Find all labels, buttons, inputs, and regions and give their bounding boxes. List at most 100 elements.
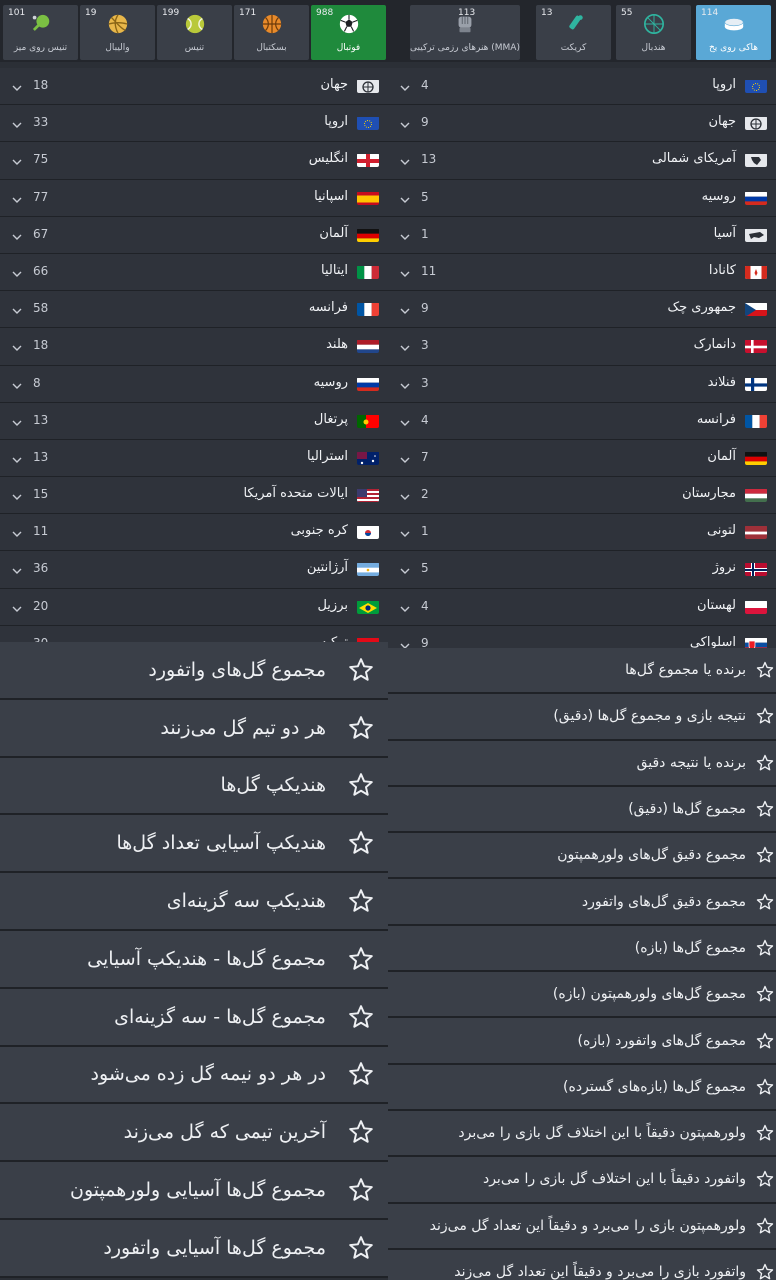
chevron-down-icon[interactable] [399,414,411,426]
tab-ice-hockey[interactable]: 114 هاکی روی یخ [696,5,771,60]
region-row-france[interactable]: 58 فرانسه [0,291,388,329]
star-icon[interactable] [756,1263,774,1280]
chevron-down-icon[interactable] [399,302,411,315]
market-item[interactable]: واتفورد دقیقاً با این اختلاف گل بازی را … [388,1157,776,1204]
market-item[interactable]: مجموع گل‌ها (بازه‌های گسترده) [388,1064,776,1111]
market-item[interactable]: مجموع گل‌ها آسیایی واتفورد [0,1219,388,1278]
star-icon[interactable] [348,1004,374,1030]
market-item[interactable]: هندیکپ سه گزینه‌ای [0,873,388,931]
chevron-down-icon[interactable] [399,153,411,166]
region-row-australia[interactable]: 13 استرالیا [0,439,388,478]
market-item[interactable]: ولورهمپتون دقیقاً با این اختلاف گل بازی … [388,1110,776,1158]
region-row-portugal[interactable]: 13 پرتغال [0,402,388,440]
region-row-korea[interactable]: 11 کره جنوبی [0,514,388,552]
star-icon[interactable] [756,1217,774,1235]
region-row-world[interactable]: 18 جهان [0,68,388,106]
region-row-norway[interactable]: 5 نروژ [388,551,776,589]
market-item[interactable]: مجموع گل‌ها آسیایی ولورهمپتون [0,1162,388,1220]
region-row-russia[interactable]: 5 روسیه [388,179,776,217]
tab-mma[interactable]: 113 هنرهای رزمی ترکیبی (MMA) [410,5,520,60]
market-item[interactable]: مجموع گل‌ها (بازه) [388,925,776,973]
chevron-down-icon[interactable] [11,339,23,352]
star-icon[interactable] [756,661,774,679]
market-item[interactable]: برنده یا نتیجه دقیق [388,740,776,787]
star-icon[interactable] [756,893,774,911]
star-icon[interactable] [756,800,774,818]
market-item[interactable]: نتیجه بازی و مجموع گل‌ها (دقیق) [388,694,776,741]
region-row-netherlands[interactable]: 18 هلند [0,328,388,366]
region-row-argentina[interactable]: 36 آرژانتین [0,551,388,589]
market-item[interactable]: مجموع دقیق گل‌های ولورهمپتون [388,833,776,880]
region-row-england[interactable]: 75 انگلیس [0,142,388,180]
tab-tennis[interactable]: 199 تنیس [157,5,232,60]
region-row-canada[interactable]: 11 کانادا [388,253,776,292]
chevron-down-icon[interactable] [11,600,23,612]
star-icon[interactable] [348,772,374,798]
star-icon[interactable] [756,1078,774,1096]
chevron-down-icon[interactable] [399,265,411,277]
region-row-france[interactable]: 4 فرانسه [388,402,776,440]
market-item[interactable]: مجموع گل‌ها - هندیکپ آسیایی [0,930,388,989]
region-row-spain[interactable]: 77 اسپانیا [0,179,388,217]
chevron-down-icon[interactable] [399,562,411,575]
market-item[interactable]: مجموع گل‌های ولورهمپتون (بازه) [388,972,776,1019]
star-icon[interactable] [756,939,774,957]
star-icon[interactable] [348,715,374,741]
region-row-germany[interactable]: 7 آلمان [388,439,776,478]
chevron-down-icon[interactable] [399,191,411,203]
chevron-down-icon[interactable] [399,525,411,538]
market-item[interactable]: در هر دو نیمه گل زده می‌شود [0,1046,388,1105]
chevron-down-icon[interactable] [399,339,411,352]
region-row-italy[interactable]: 66 ایتالیا [0,253,388,292]
tab-handball[interactable]: 55 هندبال [616,5,691,60]
market-item[interactable]: مجموع گل‌های واتفورد (بازه) [388,1018,776,1065]
chevron-down-icon[interactable] [399,488,411,501]
market-item[interactable]: مجموع گل‌های واتفورد [0,642,388,700]
star-icon[interactable] [756,754,774,772]
market-item[interactable]: مجموع گل‌ها - سه گزینه‌ای [0,988,388,1047]
market-item[interactable]: هندیکپ آسیایی تعداد گل‌ها [0,815,388,874]
chevron-down-icon[interactable] [11,153,23,166]
chevron-down-icon[interactable] [399,116,411,129]
chevron-down-icon[interactable] [11,525,23,538]
market-item[interactable]: هندیکپ گل‌ها [0,757,388,816]
market-item[interactable]: آخرین تیمی که گل می‌زند [0,1104,388,1163]
region-row-denmark[interactable]: 3 دانمارک [388,328,776,366]
region-row-eu[interactable]: 33 اروپا [0,105,388,143]
chevron-down-icon[interactable] [11,488,23,501]
region-row-brazil[interactable]: 20 برزیل [0,588,388,626]
star-icon[interactable] [756,1032,774,1050]
region-row-hungary[interactable]: 2 مجارستان [388,477,776,515]
region-row-latvia[interactable]: 1 لتونی [388,514,776,552]
market-item[interactable]: هر دو تیم گل می‌زنند [0,699,388,758]
market-item[interactable]: برنده یا مجموع گل‌ها [388,648,776,695]
market-item[interactable]: مجموع گل‌ها (دقیق) [388,786,776,834]
star-icon[interactable] [348,1177,374,1203]
star-icon[interactable] [348,830,374,856]
star-icon[interactable] [756,1124,774,1142]
star-icon[interactable] [348,946,374,972]
star-icon[interactable] [348,1235,374,1261]
chevron-down-icon[interactable] [399,228,411,240]
star-icon[interactable] [348,888,374,914]
chevron-down-icon[interactable] [399,600,411,612]
chevron-down-icon[interactable] [11,191,23,203]
star-icon[interactable] [756,1170,774,1188]
region-row-north-america[interactable]: 13 آمریکای شمالی [388,142,776,180]
region-row-usa[interactable]: 15 ایالات متحده آمریکا [0,477,388,515]
market-item[interactable]: مجموع دقیق گل‌های واتفورد [388,879,776,926]
chevron-down-icon[interactable] [11,79,23,91]
chevron-down-icon[interactable] [11,265,23,277]
star-icon[interactable] [348,657,374,683]
star-icon[interactable] [348,1061,374,1087]
region-row-poland[interactable]: 4 لهستان [388,588,776,626]
star-icon[interactable] [348,1119,374,1145]
chevron-down-icon[interactable] [399,79,411,91]
chevron-down-icon[interactable] [11,414,23,426]
chevron-down-icon[interactable] [11,562,23,575]
market-item[interactable]: واتفورد بازی را می‌برد و دقیقاً این تعدا… [388,1249,776,1280]
star-icon[interactable] [756,707,774,725]
chevron-down-icon[interactable] [399,377,411,389]
chevron-down-icon[interactable] [11,302,23,315]
chevron-down-icon[interactable] [11,451,23,463]
